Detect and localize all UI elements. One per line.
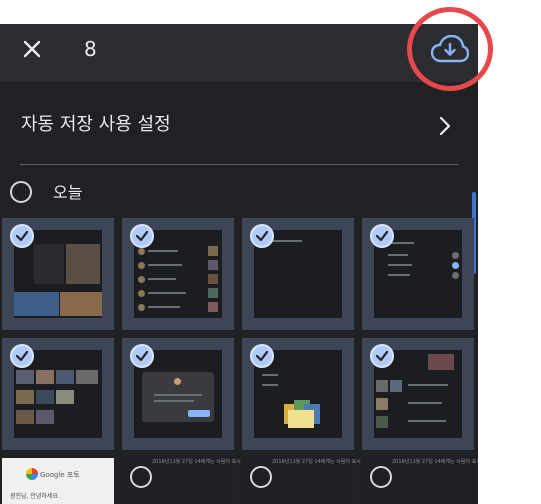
photo-thumbnail: Google 포토 광진님, 안녕하세요. [2, 458, 114, 504]
photo-tile[interactable] [362, 218, 474, 330]
divider [20, 164, 458, 165]
google-photos-icon [26, 468, 38, 480]
selected-check[interactable] [370, 344, 394, 368]
select-all-today-checkbox[interactable] [10, 181, 32, 203]
photo-tile[interactable] [362, 338, 474, 450]
cloud-download-icon [431, 35, 469, 63]
section-header-today: 오늘 [0, 179, 478, 209]
selected-check[interactable] [130, 224, 154, 248]
close-icon [23, 40, 41, 58]
check-icon [375, 230, 389, 242]
check-icon [135, 230, 149, 242]
photo-tile[interactable] [2, 218, 114, 330]
selected-check[interactable] [10, 344, 34, 368]
check-icon [255, 230, 269, 242]
google-photos-label: Google 포토 [40, 471, 80, 479]
check-icon [135, 350, 149, 362]
selected-count: 8 [84, 37, 97, 61]
photo-tile[interactable] [122, 218, 234, 330]
check-icon [15, 350, 29, 362]
photo-tile[interactable] [242, 338, 354, 450]
auto-save-settings-label: 자동 저장 사용 설정 [21, 114, 171, 135]
photo-tile[interactable] [242, 218, 354, 330]
photo-tile[interactable]: Google 포토 광진님, 안녕하세요. [2, 458, 114, 504]
select-checkbox[interactable] [130, 466, 152, 488]
photo-tile[interactable]: 2019년11월 27일 14에게는 사람의 표시 [362, 458, 478, 504]
selected-check[interactable] [250, 224, 274, 248]
photo-caption: 2019년11월 27일 14에게는 사람의 포시 [152, 459, 241, 465]
google-greeting: 광진님, 안녕하세요. [10, 493, 60, 500]
selected-check[interactable] [10, 224, 34, 248]
photo-tile[interactable]: 2019년11월 27일 14에게는 사람의 표시 [242, 458, 361, 504]
cloud-download-button[interactable] [407, 7, 493, 91]
close-button[interactable] [18, 35, 46, 63]
check-icon [255, 350, 269, 362]
photo-tile[interactable] [122, 338, 234, 450]
photo-caption: 2019년11월 27일 14에게는 사람의 표시 [392, 459, 478, 465]
auto-save-settings-row[interactable]: 자동 저장 사용 설정 [0, 104, 478, 148]
photo-tile[interactable] [2, 338, 114, 450]
check-icon [375, 350, 389, 362]
selected-check[interactable] [250, 344, 274, 368]
photos-screen: 8 자동 저장 사용 설정 오늘 Google 포토 광진님, 안녕하세요. 2… [0, 24, 478, 504]
chevron-right-icon [439, 116, 451, 136]
select-checkbox[interactable] [370, 466, 392, 488]
check-icon [15, 230, 29, 242]
selected-check[interactable] [130, 344, 154, 368]
select-checkbox[interactable] [250, 466, 272, 488]
photo-caption: 2019년11월 27일 14에게는 사람의 표시 [272, 459, 361, 465]
section-title: 오늘 [53, 183, 83, 202]
photo-tile[interactable]: 2019년11월 27일 14에게는 사람의 포시 [122, 458, 241, 504]
selected-check[interactable] [370, 224, 394, 248]
